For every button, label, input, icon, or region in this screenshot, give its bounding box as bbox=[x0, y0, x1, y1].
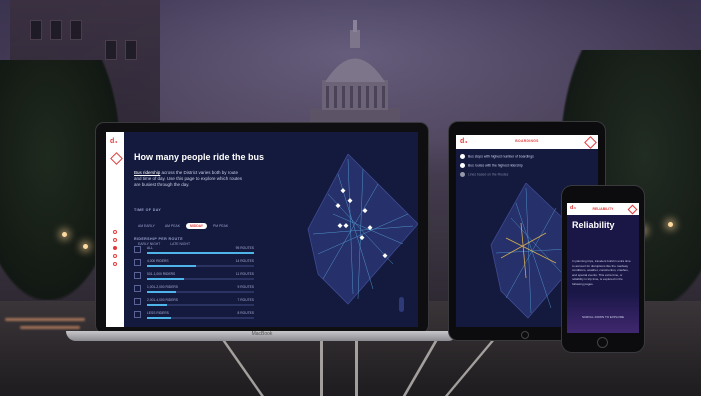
route-bar-track bbox=[147, 265, 254, 267]
route-count: 8 ROUTES bbox=[237, 311, 255, 315]
route-row[interactable]: 501-1,000 RIDERS 11 ROUTES bbox=[134, 272, 254, 285]
route-checkbox[interactable] bbox=[134, 298, 141, 305]
legend-routes-label: Bus routes with the highest ridership bbox=[468, 163, 523, 168]
car-light-streak bbox=[20, 326, 80, 329]
route-name: 1,001-2,000 RIDERS bbox=[147, 285, 178, 289]
route-count: 95 ROUTES bbox=[235, 246, 254, 250]
tablet-header-title: BOARDINGS bbox=[515, 139, 539, 143]
phone-home-button bbox=[597, 337, 608, 348]
time-chip-midday[interactable]: MIDDAY bbox=[185, 223, 208, 229]
legend-stops: Bus stops with highest number of boardin… bbox=[460, 154, 534, 159]
route-bar-track bbox=[147, 317, 254, 319]
route-row[interactable]: ALL 95 ROUTES bbox=[134, 246, 254, 259]
tablet-home-button bbox=[521, 331, 529, 339]
route-bar-track bbox=[147, 278, 254, 280]
legend-dot-icon bbox=[460, 163, 465, 168]
street-lamp bbox=[668, 222, 673, 227]
laptop-device: d₄ How many people ride the bus Bus ride… bbox=[66, 123, 458, 341]
route-count: 11 ROUTES bbox=[235, 272, 254, 276]
section-nav-dot[interactable] bbox=[113, 262, 117, 266]
legend-dot-icon bbox=[460, 172, 465, 177]
route-checkbox[interactable] bbox=[134, 272, 141, 279]
intro-text: Bus ridership across the District varies… bbox=[134, 170, 244, 188]
laptop-screen: d₄ How many people ride the bus Bus ride… bbox=[106, 132, 418, 327]
route-name: ALL bbox=[147, 246, 153, 250]
app-sidebar: d₄ bbox=[106, 132, 124, 327]
time-chip-am-peak[interactable]: AM PEAK bbox=[161, 223, 184, 229]
route-checkbox[interactable] bbox=[134, 246, 141, 253]
legend-routes: Bus routes with the highest ridership bbox=[460, 163, 523, 168]
route-bar-fill bbox=[147, 317, 171, 319]
laptop-base: MacBook bbox=[66, 331, 458, 341]
route-bar-track bbox=[147, 291, 254, 293]
route-name: LESS RIDERS bbox=[147, 311, 169, 315]
capitol-dome bbox=[310, 20, 400, 140]
phone-device: d₄ RELIABILITY Reliability In planning t… bbox=[562, 186, 644, 352]
dc-bus-route-map[interactable] bbox=[278, 154, 418, 314]
route-row[interactable]: 1,001-2,000 RIDERS 9 ROUTES bbox=[134, 285, 254, 298]
time-of-day-selector: AM EARLY AM PEAK MIDDAY PM PEAKEARLY NIGHT L… bbox=[134, 214, 244, 250]
route-row[interactable]: 2,001-4,000 RIDERS 7 ROUTES bbox=[134, 298, 254, 311]
route-bar-fill bbox=[147, 265, 197, 267]
route-checkbox[interactable] bbox=[134, 311, 141, 318]
route-name: 4,000 RIDERS bbox=[147, 259, 169, 263]
legend-stops-label: Bus stops with highest number of boardin… bbox=[468, 154, 534, 159]
route-ridership-list: ALL 95 ROUTES 4,000 RIDERS 14 ROUTES 501-1… bbox=[134, 246, 254, 324]
route-row[interactable]: 4,000 RIDERS 14 ROUTES bbox=[134, 259, 254, 272]
section-nav-dot[interactable] bbox=[113, 238, 117, 242]
phone-body-text: In planning trips, travelers build in ex… bbox=[572, 259, 631, 286]
page-title: How many people ride the bus bbox=[134, 152, 265, 162]
menu-diamond-icon[interactable] bbox=[110, 152, 123, 165]
section-nav-dot[interactable] bbox=[113, 254, 117, 258]
time-of-day-label: TIME OF DAY bbox=[134, 208, 162, 212]
route-bar-fill bbox=[147, 304, 168, 306]
legend-lines-label: Lines based on the Routes bbox=[468, 172, 509, 177]
laptop-lid: d₄ How many people ride the bus Bus ride… bbox=[96, 123, 428, 333]
phone-header: d₄ RELIABILITY bbox=[567, 203, 639, 215]
intro-link[interactable]: Bus ridership bbox=[134, 170, 160, 175]
route-bar-fill bbox=[147, 291, 176, 293]
phone-page-title: Reliability bbox=[572, 220, 615, 230]
legend-dot-icon bbox=[460, 154, 465, 159]
street-lamp bbox=[62, 232, 67, 237]
map-zoom-control[interactable] bbox=[399, 297, 404, 312]
car-light-streak bbox=[5, 318, 85, 321]
route-name: 2,001-4,000 RIDERS bbox=[147, 298, 178, 302]
scroll-cta[interactable]: SCROLL DOWN TO EXPLORE bbox=[567, 315, 639, 319]
route-bar-track bbox=[147, 252, 254, 254]
tablet-header: d₄ BOARDINGS bbox=[456, 135, 598, 149]
section-nav-dot[interactable] bbox=[113, 230, 117, 234]
laptop-brand-label: MacBook bbox=[251, 331, 273, 337]
route-bar-fill bbox=[147, 278, 185, 280]
phone-decorative-grid bbox=[567, 293, 639, 333]
section-nav-dot-active[interactable] bbox=[113, 246, 117, 250]
time-chip-pm-peak[interactable]: PM PEAK bbox=[209, 223, 232, 229]
route-bar-track bbox=[147, 304, 254, 306]
route-count: 7 ROUTES bbox=[237, 298, 255, 302]
route-checkbox[interactable] bbox=[134, 285, 141, 292]
phone-screen: d₄ RELIABILITY Reliability In planning t… bbox=[567, 203, 639, 333]
street-lamp bbox=[83, 244, 88, 249]
legend-lines: Lines based on the Routes bbox=[460, 172, 508, 177]
route-row[interactable]: LESS RIDERS 8 ROUTES bbox=[134, 311, 254, 324]
route-count: 9 ROUTES bbox=[237, 285, 255, 289]
route-bar-fill bbox=[147, 252, 254, 254]
route-count: 14 ROUTES bbox=[235, 259, 254, 263]
ridership-label: RIDERSHIP PER ROUTE bbox=[134, 237, 184, 241]
route-checkbox[interactable] bbox=[134, 259, 141, 266]
route-name: 501-1,000 RIDERS bbox=[147, 272, 176, 276]
app-logo[interactable]: d₄ bbox=[110, 138, 118, 145]
time-chip-am-early[interactable]: AM EARLY bbox=[134, 223, 159, 229]
